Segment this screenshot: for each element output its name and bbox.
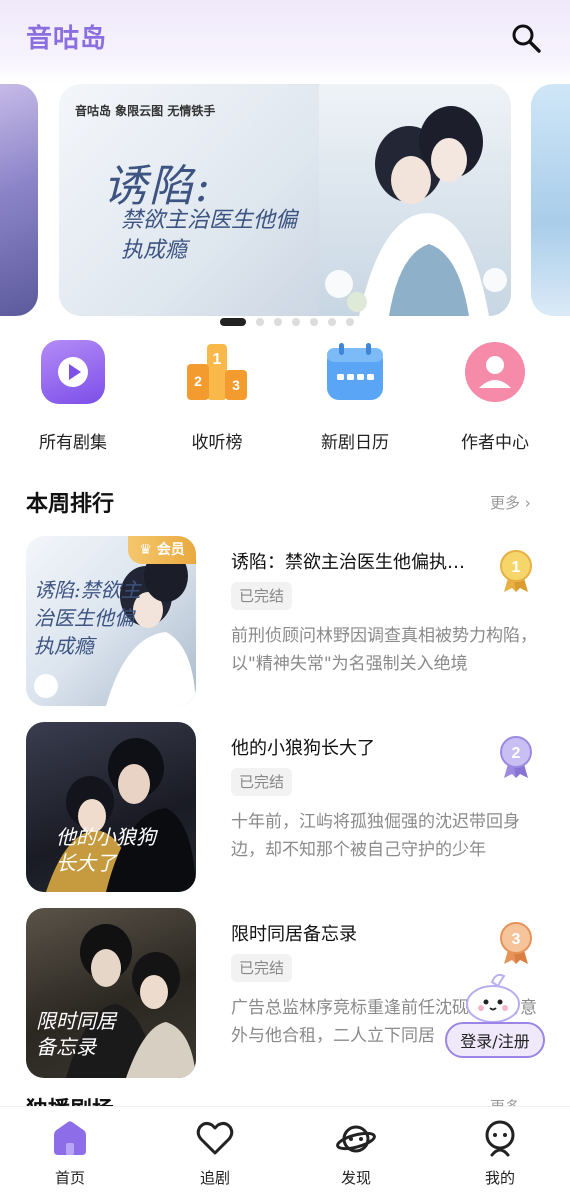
carousel-dot[interactable]	[346, 318, 354, 326]
banner-subtitle: 禁欲主治医生他偏执成瘾	[121, 208, 298, 263]
drama-cover[interactable]: 诱陷:禁欲主治医生他偏执成瘾 ♛ 会员	[26, 536, 196, 706]
status-badge: 已完结	[231, 954, 293, 982]
rank-medal-icon: 2	[500, 736, 532, 778]
login-register-button[interactable]: 登录/注册	[445, 1022, 545, 1058]
top-bar: 音咕岛	[0, 0, 570, 84]
tab-label: 首页	[54, 1169, 85, 1187]
quick-nav-author-center[interactable]: 作者中心	[440, 340, 550, 460]
planet-icon	[336, 1119, 376, 1157]
play-icon	[41, 340, 105, 404]
rank-list-item[interactable]: 他的小狼狗长大了 他的小狼狗长大了 已完结 十年前，江屿将孤独倔强的沈迟带回身边…	[0, 722, 570, 894]
carousel-dot[interactable]	[310, 318, 318, 326]
banner-prev-peek[interactable]	[0, 84, 38, 316]
rank-number: 1	[512, 559, 521, 576]
exclusive-more-link[interactable]: 更多	[490, 1096, 520, 1106]
section-title-weekly-rank: 本周排行	[26, 492, 115, 517]
banner-brand: 音咕岛 象限云图 无情铁手	[75, 104, 216, 118]
mascot-icon[interactable]	[462, 972, 524, 1024]
app-title: 音咕岛	[26, 24, 108, 54]
rank-number: 2	[512, 745, 521, 762]
banner-carousel[interactable]: 音咕岛 象限云图 无情铁手 诱陷: 禁欲主治医生他偏执成瘾	[0, 84, 570, 316]
carousel-indicator	[0, 318, 570, 328]
banner-title: 诱陷:	[103, 161, 212, 212]
quick-nav-label: 所有剧集	[39, 433, 107, 453]
heart-icon	[195, 1119, 235, 1157]
rank-list-item[interactable]: 诱陷:禁欲主治医生他偏执成瘾 ♛ 会员 诱陷：禁欲主治医生他偏执成瘾 已完结 前…	[0, 536, 570, 708]
tab-discover[interactable]: 发现	[306, 1119, 406, 1189]
home-icon	[50, 1119, 90, 1157]
weekly-rank-more-link[interactable]: 更多 ›	[490, 492, 531, 513]
tab-home[interactable]: 首页	[20, 1119, 120, 1189]
calendar-icon	[323, 340, 387, 404]
rank-medal-icon: 1	[500, 550, 532, 592]
cover-title: 限时同居备忘录	[36, 1009, 116, 1059]
cover-title: 诱陷:禁欲主治医生他偏执成瘾	[34, 578, 141, 658]
quick-nav-label: 收听榜	[191, 433, 243, 453]
person-icon	[463, 340, 527, 404]
drama-description: 前刑侦顾问林野因调查真相被势力构陷，以"精神失常"为名强制关入绝境	[231, 626, 537, 674]
banner-illustration	[319, 84, 511, 316]
carousel-dot[interactable]	[328, 318, 336, 326]
tab-label: 追剧	[199, 1169, 230, 1187]
quick-nav-new-calendar[interactable]: 新剧日历	[300, 340, 410, 460]
status-badge: 已完结	[231, 582, 293, 610]
bottom-tab-bar: 首页 追剧 发现 我的	[0, 1106, 570, 1195]
quick-nav-label: 作者中心	[461, 433, 529, 453]
tab-label: 我的	[484, 1169, 515, 1187]
drama-description: 十年前，江屿将孤独倔强的沈迟带回身边，却不知那个被自己守护的少年	[231, 812, 520, 860]
banner-main[interactable]: 音咕岛 象限云图 无情铁手 诱陷: 禁欲主治医生他偏执成瘾	[59, 84, 511, 316]
crown-icon: ♛	[139, 542, 157, 558]
tab-mine[interactable]: 我的	[450, 1119, 550, 1189]
quick-nav-listen-chart[interactable]: 1 2 3 收听榜	[162, 340, 272, 460]
svg-text:2: 2	[194, 373, 202, 389]
carousel-dot[interactable]	[292, 318, 300, 326]
status-badge: 已完结	[231, 768, 293, 796]
drama-title[interactable]: 限时同居备忘录	[231, 920, 481, 946]
carousel-dot[interactable]	[274, 318, 282, 326]
cover-title: 他的小狼狗长大了	[56, 825, 156, 875]
drama-cover[interactable]: 他的小狼狗长大了	[26, 722, 196, 892]
rank-number: 3	[512, 931, 521, 948]
section-title-exclusive: 独播剧场	[26, 1092, 114, 1106]
quick-nav-label: 新剧日历	[321, 433, 389, 453]
banner-next-peek[interactable]	[531, 84, 570, 316]
rank-medal-icon: 3	[500, 922, 532, 964]
tab-following[interactable]: 追剧	[165, 1119, 265, 1189]
drama-cover[interactable]: 限时同居备忘录	[26, 908, 196, 1078]
profile-icon	[480, 1119, 520, 1157]
quick-nav-all-series[interactable]: 所有剧集	[18, 340, 128, 460]
svg-text:3: 3	[232, 377, 240, 393]
vip-badge: ♛ 会员	[128, 536, 196, 564]
carousel-dot-active[interactable]	[220, 318, 246, 326]
search-icon	[512, 24, 541, 53]
search-button[interactable]	[508, 20, 544, 56]
svg-text:1: 1	[213, 351, 222, 368]
drama-title[interactable]: 诱陷：禁欲主治医生他偏执成瘾	[231, 548, 481, 574]
carousel-dot[interactable]	[256, 318, 264, 326]
tab-label: 发现	[340, 1169, 371, 1187]
drama-title[interactable]: 他的小狼狗长大了	[231, 734, 481, 760]
podium-icon: 1 2 3	[185, 340, 249, 404]
